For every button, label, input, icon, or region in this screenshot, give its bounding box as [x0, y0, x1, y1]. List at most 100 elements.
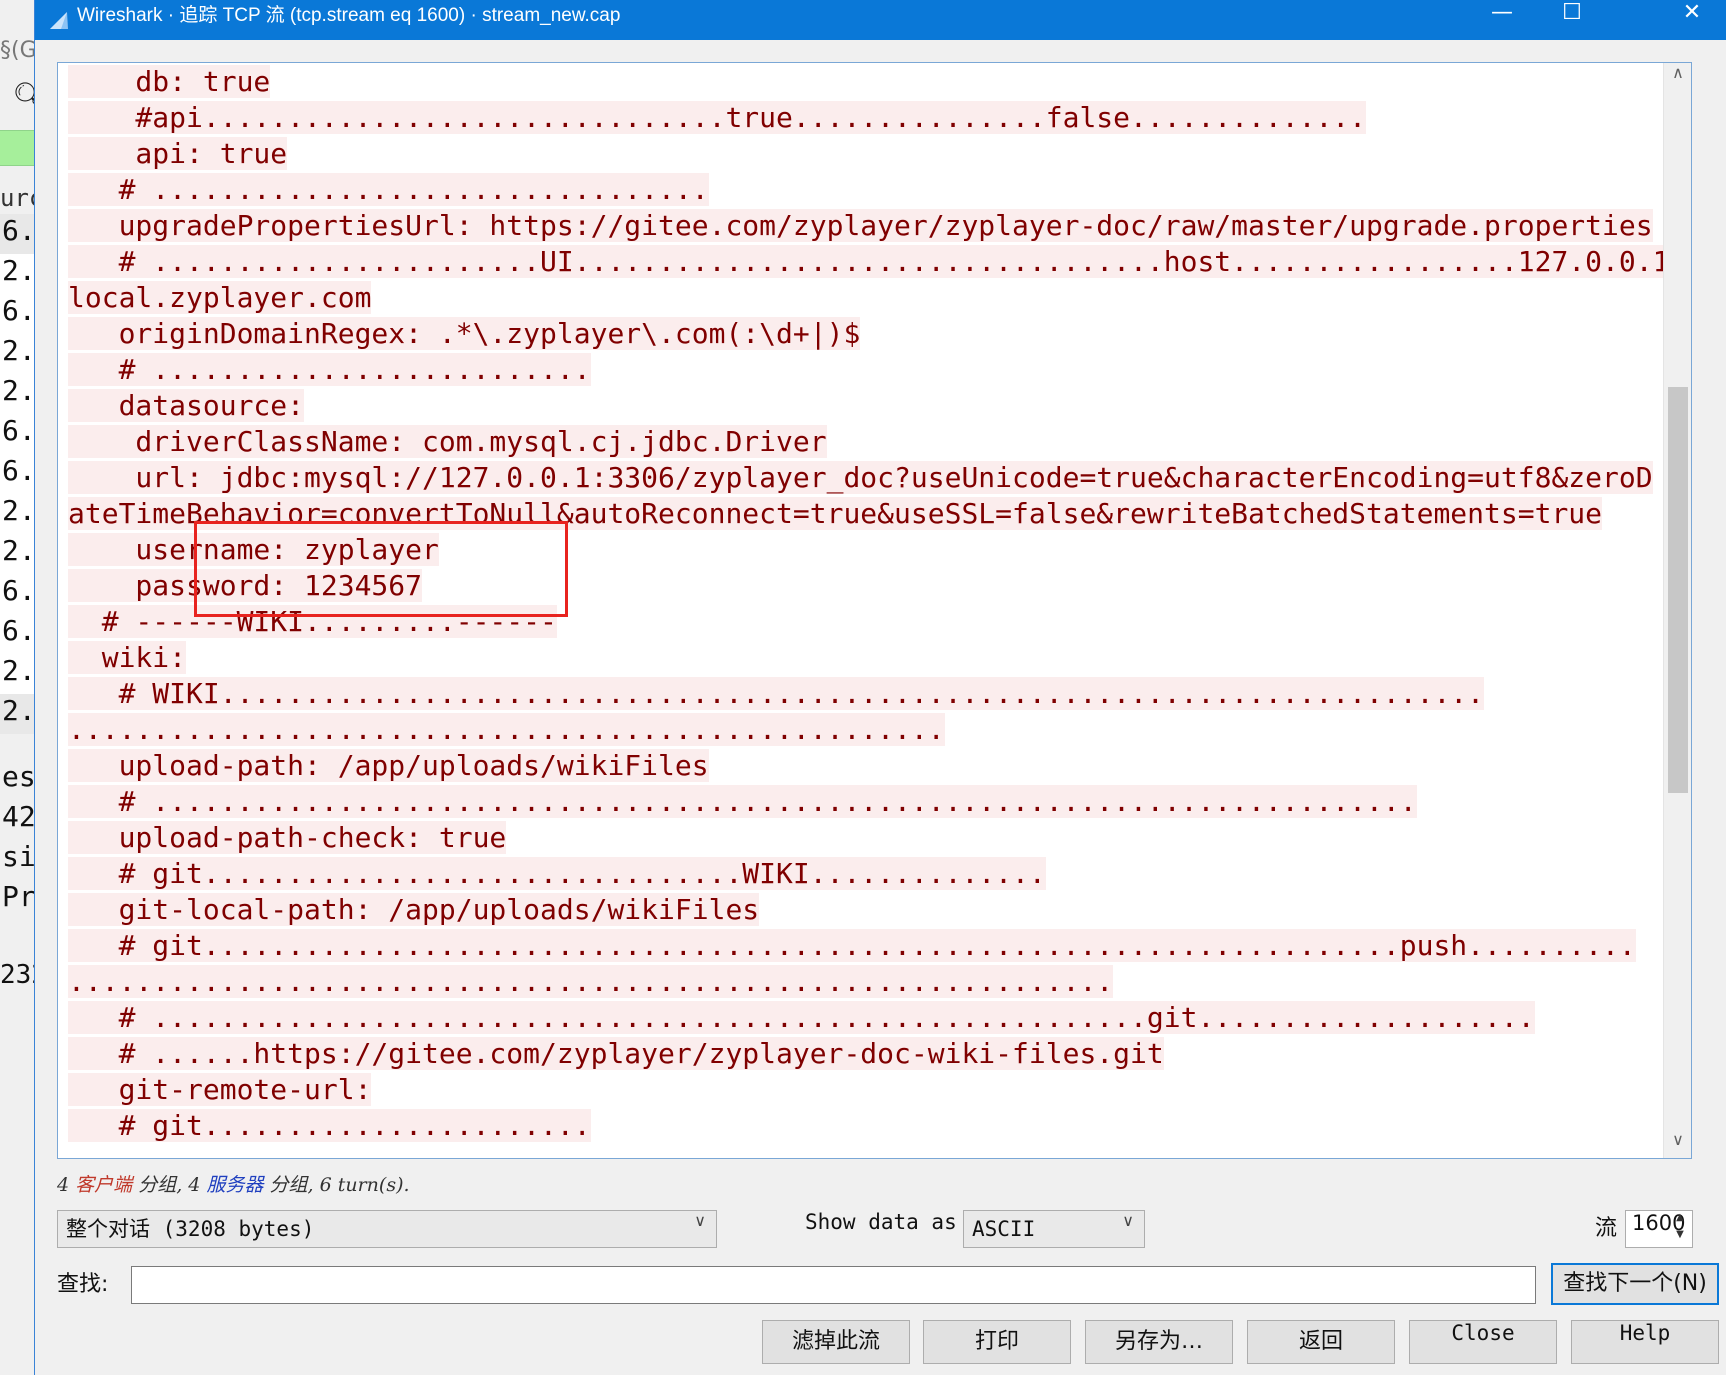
client-data-text: ........................................…	[68, 965, 1114, 998]
client-data-text: # ..........................	[68, 353, 591, 386]
data-format-select[interactable]: ASCII ∨	[963, 1210, 1145, 1248]
client-data-text: # .................................	[68, 173, 709, 206]
client-data-text: upload-path-check: true	[68, 821, 507, 854]
stream-number-label: 流	[1595, 1216, 1618, 1241]
stream-line: upgradePropertiesUrl: https://gitee.com/…	[68, 209, 1678, 245]
find-next-button[interactable]: 查找下一个(N)	[1551, 1263, 1719, 1305]
conversation-select-value: 整个对话 (3208 bytes)	[66, 1217, 315, 1241]
stream-line: # .......................UI.............…	[68, 245, 1678, 281]
stream-line: # .................................	[68, 173, 1678, 209]
find-label: 查找:	[57, 1272, 109, 1297]
stream-content-area[interactable]: db: true #api...........................…	[57, 62, 1692, 1159]
background-packet-list: 6. 2. 6. 2. 2. 6. 6. 2. 2. 6. 6. 2. 2.	[0, 214, 36, 734]
client-data-text: git-local-path: /app/uploads/wikiFiles	[68, 893, 760, 926]
background-packet-row: 2.	[2, 534, 36, 567]
background-packet-row: 2.	[2, 334, 36, 367]
save-as-button[interactable]: 另存为…	[1085, 1320, 1233, 1364]
client-data-text: # ......................................…	[68, 785, 1417, 818]
client-data-text: originDomainRegex: .*\.zyplayer\.com(:\d…	[68, 317, 861, 350]
stream-line: upload-path: /app/uploads/wikiFiles	[68, 749, 1678, 785]
background-detail-row: si	[2, 840, 36, 873]
back-button[interactable]: 返回	[1247, 1320, 1395, 1364]
stream-line: # ......https://gitee.com/zyplayer/zypla…	[68, 1037, 1678, 1073]
background-filter-bar	[0, 130, 34, 166]
background-toolbar-fragment: §(G	[0, 38, 36, 63]
client-data-text: wiki:	[68, 641, 187, 674]
server-packet-count: 4	[188, 1174, 201, 1196]
stream-line: db: true	[68, 65, 1678, 101]
stream-line: originDomainRegex: .*\.zyplayer\.com(:\d…	[68, 317, 1678, 353]
chevron-down-icon: ∨	[694, 1211, 706, 1230]
background-packet-row: 2.	[0, 694, 35, 734]
client-data-text: #api...............................true.…	[68, 101, 1367, 134]
turns-count: 6 turn(s).	[319, 1174, 410, 1196]
follow-tcp-stream-dialog: Wireshark · 追踪 TCP 流 (tcp.stream eq 1600…	[34, 0, 1726, 1375]
client-data-text: # git................................WIK…	[68, 857, 1046, 890]
client-label: 客户端	[75, 1174, 133, 1196]
background-packet-details: es 42 si Pr	[0, 760, 36, 920]
stream-line: # git.......................	[68, 1109, 1678, 1145]
credentials-highlight-box	[194, 521, 568, 617]
client-data-text: ........................................…	[68, 713, 945, 746]
stream-line: git-remote-url:	[68, 1073, 1678, 1109]
close-window-button[interactable]: ✕	[1657, 0, 1726, 40]
spin-down-icon[interactable]: ▼	[1670, 1229, 1690, 1246]
stream-line: # ......................................…	[68, 1001, 1678, 1037]
scroll-down-arrow-icon[interactable]: ∨	[1664, 1130, 1691, 1158]
background-detail-row: 42	[2, 800, 36, 833]
minimize-button[interactable]: —	[1467, 0, 1537, 40]
vertical-scrollbar[interactable]: ∧ ∨	[1663, 63, 1691, 1158]
background-packet-row: 6.	[2, 454, 36, 487]
data-format-value: ASCII	[972, 1217, 1036, 1241]
stream-line: # ......................................…	[68, 785, 1678, 821]
print-button[interactable]: 打印	[923, 1320, 1071, 1364]
find-input[interactable]	[131, 1266, 1536, 1304]
help-button[interactable]: Help	[1571, 1320, 1719, 1364]
stream-line: # WIKI..................................…	[68, 677, 1678, 713]
client-data-text: datasource:	[68, 389, 305, 422]
background-main-window: §(G 🔍︎ urc 6.2.6.2.2.6.6.2.2.6.6.2.2. es…	[0, 0, 36, 1375]
packets-label: 分组,	[269, 1174, 314, 1196]
filter-out-stream-button[interactable]: 滤掉此流	[762, 1320, 910, 1364]
show-data-as-label: Show data as	[805, 1210, 957, 1234]
stream-line: local.zyplayer.com	[68, 281, 1678, 317]
background-packet-row: 2.	[2, 654, 36, 687]
chevron-down-icon: ∨	[1122, 1211, 1134, 1230]
stream-line: driverClassName: com.mysql.cj.jdbc.Drive…	[68, 425, 1678, 461]
client-data-text: # ......https://gitee.com/zyplayer/zypla…	[68, 1037, 1164, 1070]
background-packet-row: 6.	[2, 414, 36, 447]
stream-summary: 4 客户端 分组, 4 服务器 分组, 6 turn(s).	[57, 1170, 410, 1197]
window-title: Wireshark · 追踪 TCP 流 (tcp.stream eq 1600…	[77, 5, 621, 26]
stream-line: api: true	[68, 137, 1678, 173]
client-data-text: local.zyplayer.com	[68, 281, 372, 314]
title-bar[interactable]: Wireshark · 追踪 TCP 流 (tcp.stream eq 1600…	[35, 0, 1726, 40]
stream-line: git-local-path: /app/uploads/wikiFiles	[68, 893, 1678, 929]
conversation-select[interactable]: 整个对话 (3208 bytes) ∨	[57, 1210, 717, 1248]
client-data-text: upload-path: /app/uploads/wikiFiles	[68, 749, 709, 782]
stream-line: datasource:	[68, 389, 1678, 425]
background-column-header: urc	[0, 184, 35, 212]
client-data-text: upgradePropertiesUrl: https://gitee.com/…	[68, 209, 1653, 242]
background-packet-row: 6.	[2, 294, 36, 327]
background-packet-row: 6.	[2, 574, 36, 607]
client-data-text: db: true	[68, 65, 271, 98]
client-data-text: driverClassName: com.mysql.cj.jdbc.Drive…	[68, 425, 827, 458]
maximize-button[interactable]: ☐	[1537, 0, 1607, 40]
background-packet-row: 2.	[2, 254, 36, 287]
stream-line: #api...............................true.…	[68, 101, 1678, 137]
search-icon: 🔍︎	[12, 80, 35, 113]
scroll-up-arrow-icon[interactable]: ∧	[1664, 63, 1691, 91]
client-data-text: # WIKI..................................…	[68, 677, 1485, 710]
stream-line: url: jdbc:mysql://127.0.0.1:3306/zyplaye…	[68, 461, 1678, 497]
client-data-text: api: true	[68, 137, 288, 170]
background-packet-row: 2.	[2, 374, 36, 407]
close-button[interactable]: Close	[1409, 1320, 1557, 1364]
client-data-text: # .......................UI.............…	[68, 245, 1670, 278]
stream-line: ........................................…	[68, 713, 1678, 749]
wireshark-fin-icon	[50, 12, 68, 29]
spin-up-icon[interactable]: ▲	[1670, 1212, 1690, 1229]
scrollbar-thumb[interactable]	[1668, 387, 1688, 793]
stream-number-spinbox[interactable]: 1600 ▲ ▼	[1625, 1210, 1693, 1248]
background-packet-row: 6.	[2, 614, 36, 647]
stream-line: # git...................................…	[68, 929, 1678, 965]
